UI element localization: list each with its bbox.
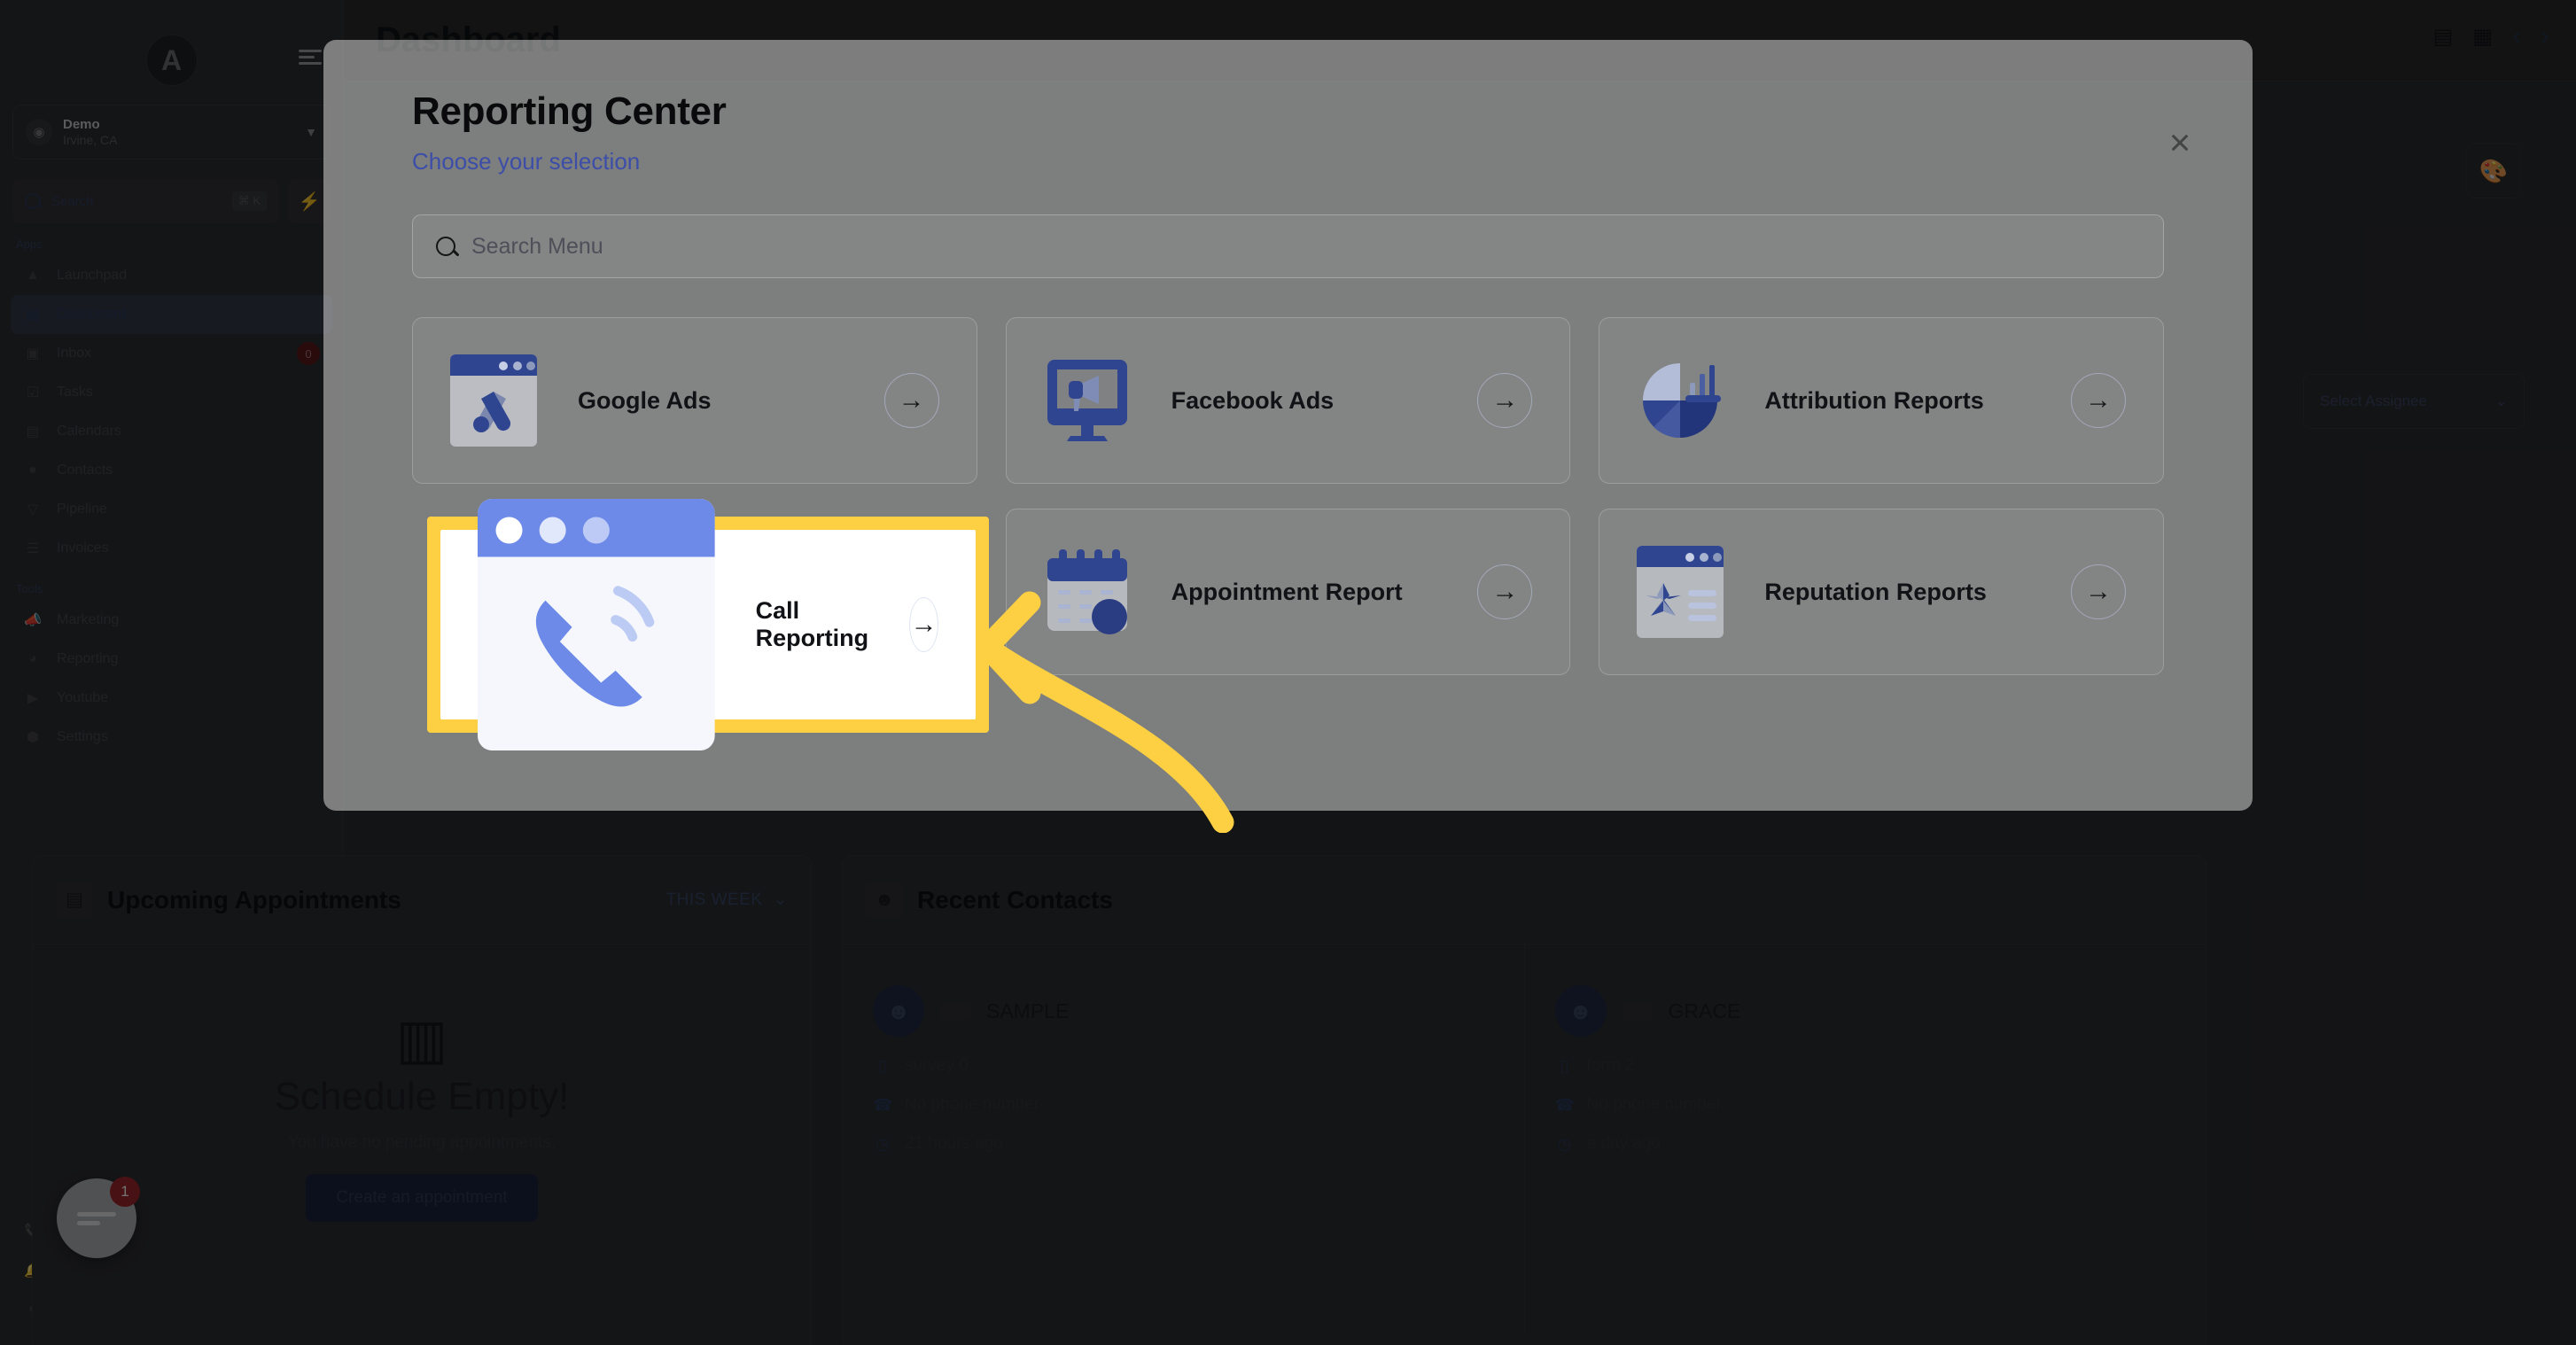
calendar-clock-icon bbox=[1047, 549, 1127, 634]
report-card-label: Reputation Reports bbox=[1764, 578, 1987, 605]
modal-subtitle: Choose your selection bbox=[412, 148, 641, 175]
report-card-label: Attribution Reports bbox=[1764, 386, 1984, 414]
screen-root: A ◉ Demo Irvine, CA ▼ Search ⌘ K ⚡ bbox=[0, 0, 2576, 1345]
report-card-attribution-reports[interactable]: Attribution Reports → bbox=[1599, 317, 2164, 484]
browser-window-google-ads-icon bbox=[450, 354, 537, 447]
close-icon[interactable]: × bbox=[2160, 124, 2199, 164]
arrow-right-icon[interactable]: → bbox=[2071, 373, 2126, 428]
search-icon bbox=[436, 237, 455, 256]
arrow-right-icon[interactable]: → bbox=[1477, 373, 1533, 428]
report-card-appointment-report[interactable]: Appointment Report → bbox=[1005, 509, 1571, 675]
arrow-right-icon[interactable]: → bbox=[909, 597, 938, 652]
report-card-label: Appointment Report bbox=[1171, 578, 1403, 605]
arrow-right-icon[interactable]: → bbox=[2071, 564, 2126, 619]
menu-search-placeholder: Search Menu bbox=[471, 233, 603, 259]
highlight-annotation: Call Reporting → bbox=[427, 499, 989, 751]
menu-search-input[interactable]: Search Menu bbox=[412, 214, 2164, 278]
browser-window-phone-icon bbox=[478, 499, 715, 751]
pie-bar-chart-icon bbox=[1643, 363, 1722, 439]
browser-window-star-icon bbox=[1637, 546, 1724, 638]
arrow-right-icon[interactable]: → bbox=[883, 373, 939, 428]
report-card-label: Google Ads bbox=[578, 386, 712, 414]
monitor-megaphone-icon bbox=[1047, 360, 1127, 441]
report-card-google-ads[interactable]: Google Ads → bbox=[412, 317, 977, 484]
report-card-label: Facebook Ads bbox=[1171, 386, 1335, 414]
report-card-call-reporting[interactable]: Call Reporting → bbox=[440, 499, 976, 751]
report-card-reputation-reports[interactable]: Reputation Reports → bbox=[1599, 509, 2164, 675]
arrow-right-icon[interactable]: → bbox=[1477, 564, 1533, 619]
report-card-label: Call Reporting bbox=[755, 597, 869, 651]
report-card-facebook-ads[interactable]: Facebook Ads → bbox=[1005, 317, 1571, 484]
modal-title: Reporting Center bbox=[412, 89, 727, 133]
